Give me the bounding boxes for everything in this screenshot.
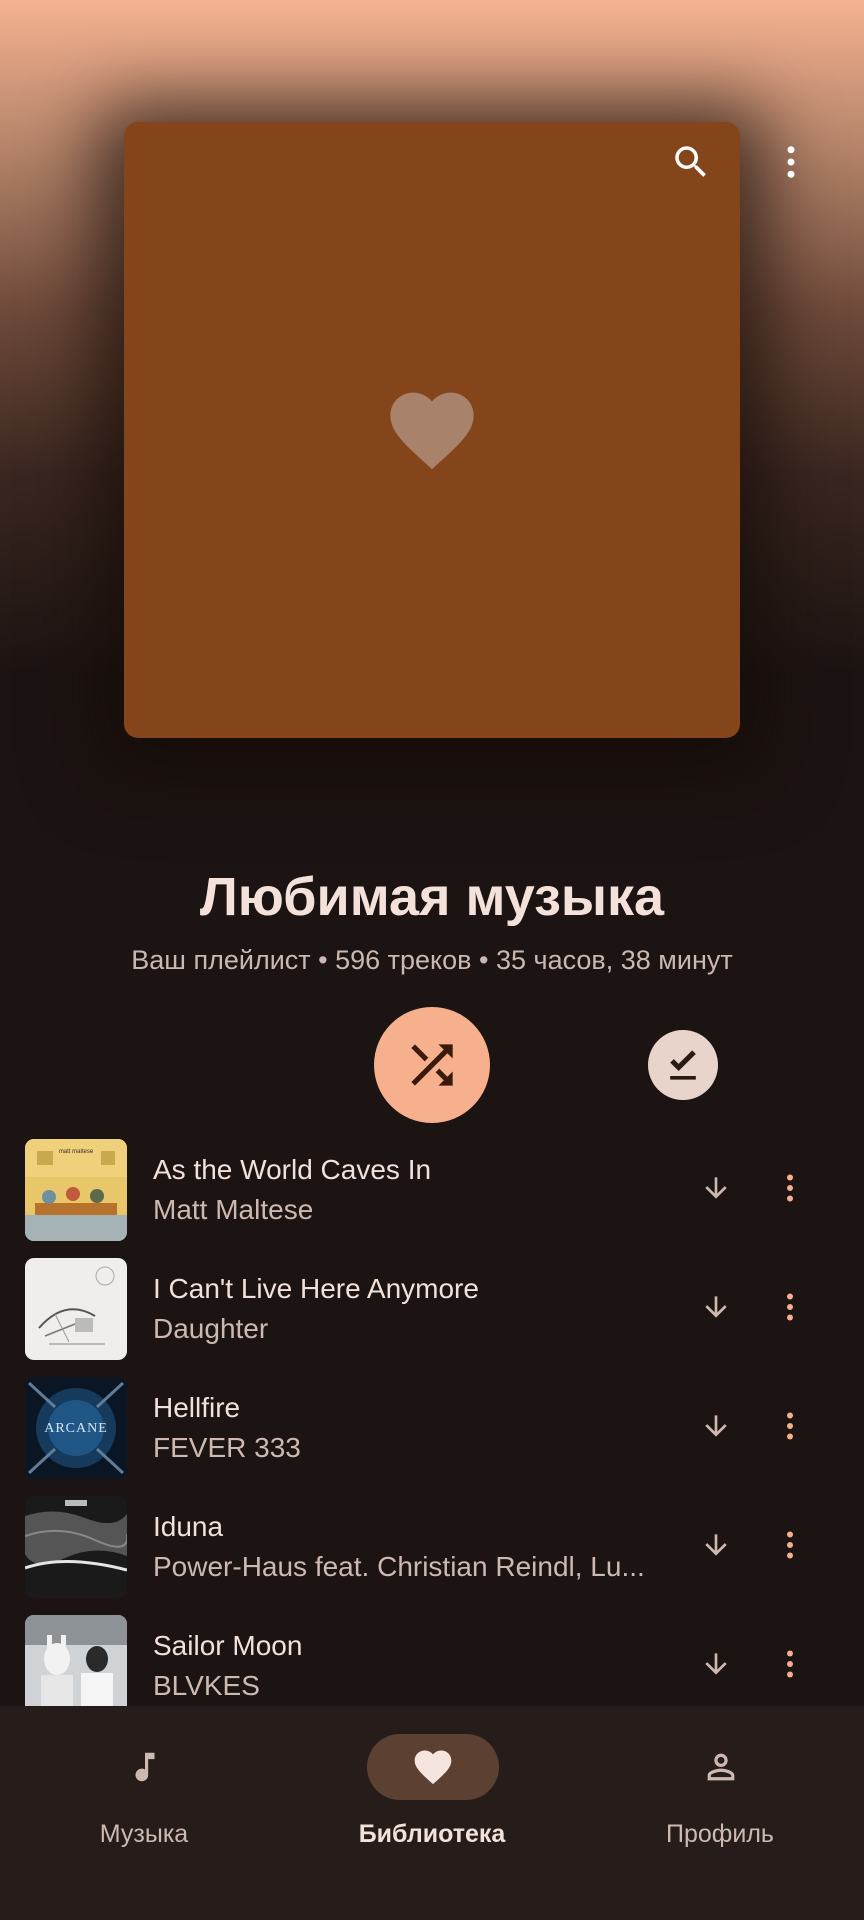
search-button[interactable] (667, 138, 715, 186)
track-more-button[interactable] (768, 1404, 812, 1448)
playlist-title: Любимая музыка (199, 867, 665, 927)
more-vert-icon (787, 1174, 793, 1202)
track-title: Sailor Moon (153, 1630, 303, 1661)
shuffle-play-button[interactable] (374, 1007, 490, 1123)
download-button[interactable] (694, 1285, 738, 1329)
album-art: matt maltese (25, 1139, 127, 1241)
nav-label: Профиль (666, 1820, 774, 1848)
nav-pill-active (367, 1734, 499, 1800)
track-artist: FEVER 333 (153, 1432, 301, 1463)
track-row[interactable]: Iduna Power-Haus feat. Christian Reindl,… (0, 1495, 864, 1614)
track-more-button[interactable] (768, 1523, 812, 1567)
track-row[interactable]: Sailor Moon BLVKES (0, 1614, 864, 1706)
playlist-cover (124, 122, 740, 738)
download-button[interactable] (694, 1642, 738, 1686)
download-button[interactable] (694, 1523, 738, 1567)
more-vert-icon (787, 1412, 793, 1440)
nav-item-music[interactable]: Музыка (34, 1734, 254, 1874)
track-artist: Matt Maltese (153, 1194, 314, 1225)
arrow-down-icon (705, 1296, 727, 1318)
track-title: Iduna (153, 1511, 224, 1542)
svg-text:ARCANE: ARCANE (44, 1421, 108, 1436)
track-row[interactable]: I Can't Live Here Anymore Daughter (0, 1257, 864, 1376)
nav-pill (79, 1734, 211, 1800)
download-button[interactable] (694, 1166, 738, 1210)
track-artist: BLVKES (153, 1670, 260, 1701)
heart-icon (390, 392, 474, 470)
nav-item-library[interactable]: Библиотека (322, 1734, 542, 1874)
more-vert-icon (787, 1650, 793, 1678)
search-icon (675, 146, 706, 177)
track-row[interactable]: matt maltese As the World Caves In Matt … (0, 1138, 864, 1257)
track-list: matt maltese As the World Caves In Matt … (0, 1138, 864, 1706)
track-title: I Can't Live Here Anymore (153, 1273, 479, 1304)
svg-text:matt maltese: matt maltese (59, 1149, 94, 1155)
arrow-down-icon (705, 1415, 727, 1437)
more-vert-icon (787, 1293, 793, 1321)
download-button[interactable] (694, 1404, 738, 1448)
album-art (25, 1496, 127, 1598)
heart-icon (414, 1750, 452, 1785)
bottom-navigation: Музыка Библиотека Профиль (0, 1706, 864, 1920)
person-icon (707, 1753, 735, 1781)
music-note-icon (135, 1752, 155, 1782)
nav-pill (655, 1734, 787, 1800)
nav-label: Музыка (99, 1820, 189, 1848)
track-title: As the World Caves In (153, 1154, 432, 1185)
track-more-button[interactable] (768, 1166, 812, 1210)
shuffle-icon (411, 1044, 453, 1086)
album-art (25, 1615, 127, 1706)
playlist-subtitle: Ваш плейлист • 596 треков • 35 часов, 38… (131, 945, 733, 975)
nav-item-profile[interactable]: Профиль (610, 1734, 830, 1874)
arrow-down-icon (705, 1177, 727, 1199)
more-vert-icon (787, 146, 795, 178)
arrow-down-icon (705, 1653, 727, 1675)
track-artist: Daughter (153, 1313, 269, 1344)
more-options-button[interactable] (767, 138, 815, 186)
track-more-button[interactable] (768, 1642, 812, 1686)
track-row[interactable]: ARCANE Hellfire FEVER 333 (0, 1376, 864, 1495)
download-done-icon (670, 1050, 696, 1080)
track-more-button[interactable] (768, 1285, 812, 1329)
album-art: ARCANE (25, 1377, 127, 1479)
nav-label: Библиотека (358, 1820, 506, 1848)
track-title: Hellfire (153, 1392, 241, 1423)
arrow-down-icon (705, 1534, 727, 1556)
more-vert-icon (787, 1531, 793, 1559)
download-all-button[interactable] (648, 1030, 718, 1100)
album-art (25, 1258, 127, 1360)
track-artist: Power-Haus feat. Christian Reindl, Lu... (153, 1551, 645, 1582)
